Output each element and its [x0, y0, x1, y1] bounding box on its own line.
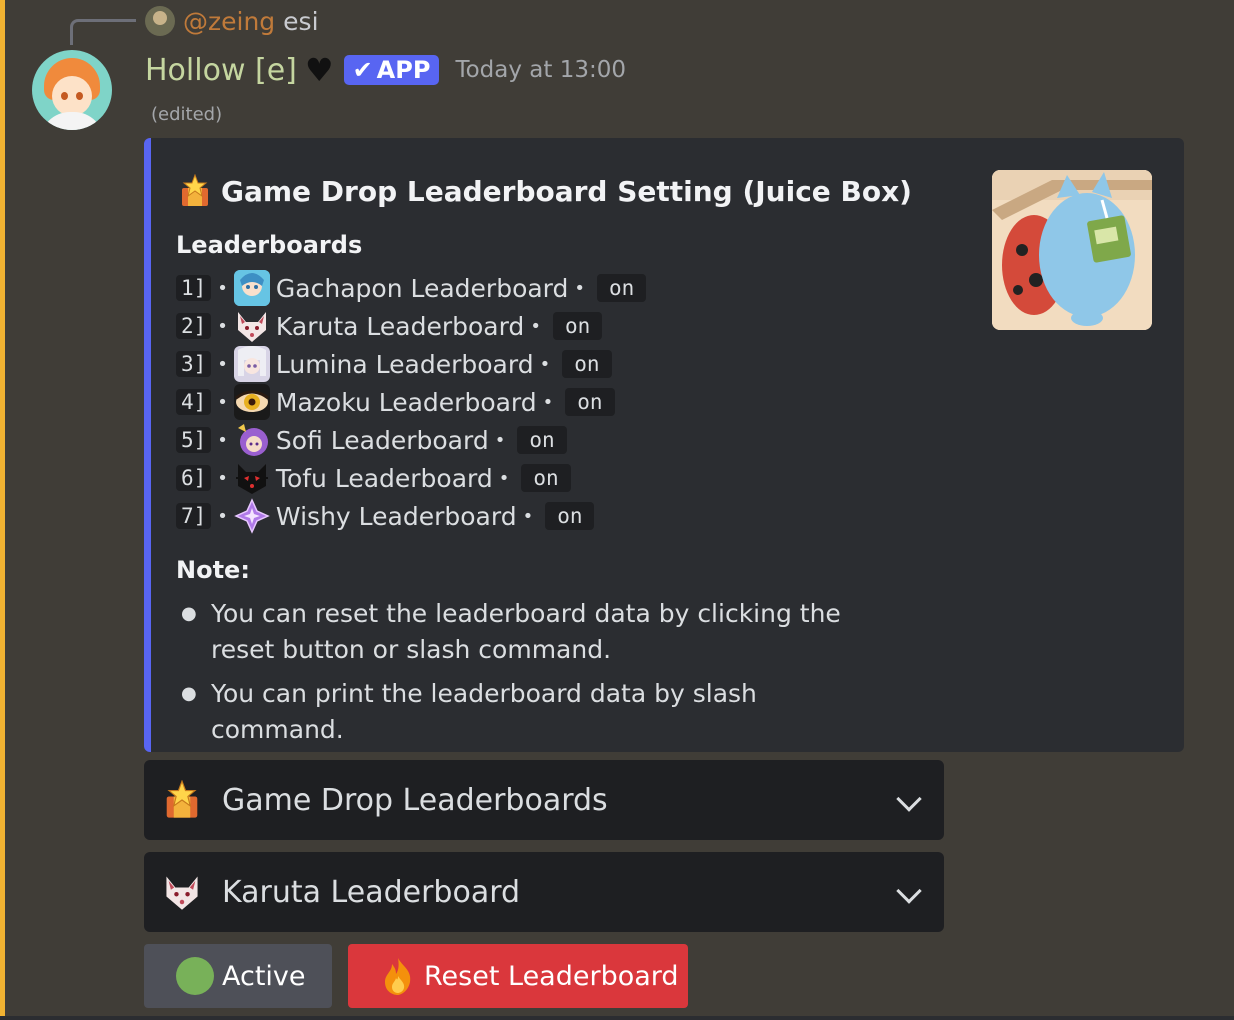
note-title: Note: — [176, 556, 250, 584]
list-item: 6] • Tofu Leaderboard • on — [176, 459, 646, 497]
embed-card: Game Drop Leaderboard Setting (Juice Box… — [144, 138, 1184, 752]
separator-dot: • — [494, 429, 506, 451]
note-list: ● You can reset the leaderboard data by … — [181, 596, 881, 756]
leaderboard-name: Tofu Leaderboard — [275, 463, 493, 493]
chevron-down-icon — [896, 786, 922, 812]
sofi-icon — [234, 422, 270, 458]
separator-dot: • — [530, 315, 541, 337]
leaderboard-status: on — [521, 464, 571, 492]
gachapon-icon — [233, 270, 270, 306]
separator-dot: • — [217, 353, 228, 375]
separator-dot: • — [217, 505, 228, 527]
message-timestamp[interactable]: Today at 13:00 — [455, 57, 626, 83]
list-item: ● You can print the leaderboard data by … — [181, 676, 881, 748]
active-button-label: Active — [222, 960, 306, 992]
leaderboard-name: Mazoku Leaderboard — [275, 387, 537, 417]
select-label: Game Drop Leaderboards — [222, 782, 608, 818]
separator-dot: • — [217, 429, 228, 451]
leaderboard-index: 6] — [176, 465, 212, 491]
chevron-down-icon — [896, 878, 922, 904]
separator-dot: • — [217, 315, 228, 337]
app-badge-label: APP — [376, 56, 431, 84]
karuta-icon — [166, 876, 198, 910]
active-button[interactable]: Active — [144, 944, 332, 1008]
star-box-icon — [166, 780, 198, 818]
leaderboard-status: on — [597, 274, 647, 302]
list-item: 3] • Lumina Leaderboard • on — [176, 345, 646, 383]
note-text: You can reset the leaderboard data by cl… — [211, 599, 841, 664]
separator-dot: • — [498, 467, 510, 489]
embed-title: Game Drop Leaderboard Setting (Juice Box… — [221, 174, 912, 208]
edited-indicator: (edited) — [151, 104, 223, 125]
fire-icon — [385, 958, 411, 995]
list-item: 1] • Gachapon Leaderboard • on — [176, 269, 647, 307]
leaderboard-name: Wishy Leaderboard — [275, 501, 517, 531]
bullet-icon: ● — [181, 683, 197, 704]
leaderboard-name: Sofi Leaderboard — [275, 425, 489, 455]
leaderboard-status: on — [562, 350, 612, 378]
select-label: Karuta Leaderboard — [222, 874, 521, 910]
reply-avatar[interactable] — [145, 6, 175, 36]
bot-avatar[interactable] — [32, 50, 112, 130]
star-box-icon — [182, 174, 208, 206]
leaderboard-index: 7] — [176, 503, 212, 529]
discord-message-view: @zeing esi Hollow [e] ♥ ✔ APP Today at 1… — [0, 0, 1234, 1020]
list-item: ● You can reset the leaderboard data by … — [181, 596, 881, 668]
list-item: 4] • Mazoku Leaderboard • on — [176, 383, 646, 421]
karuta-icon — [234, 308, 270, 344]
leaderboard-index: 3] — [176, 351, 212, 377]
list-item: 2] • Karuta Leaderboard • on — [176, 307, 646, 345]
leaderboard-name: Karuta Leaderboard — [275, 311, 525, 341]
reset-leaderboard-button[interactable]: Reset Leaderboard — [348, 944, 688, 1008]
bot-username[interactable]: Hollow [e] — [145, 53, 297, 88]
green-circle-icon — [176, 957, 214, 995]
reply-preview[interactable]: @zeing esi — [145, 5, 319, 37]
leaderboard-index: 2] — [176, 313, 212, 339]
reset-button-label: Reset Leaderboard — [424, 960, 679, 992]
separator-dot: • — [217, 277, 228, 299]
leaderboard-index: 1] — [176, 275, 212, 301]
list-item: 5] • Sofi Leaderboard • on — [176, 421, 646, 459]
black-heart-icon: ♥ — [304, 51, 334, 89]
leaderboard-status: on — [517, 426, 567, 454]
mention-highlight-stripe — [0, 0, 5, 1020]
lumina-icon — [233, 346, 270, 382]
separator-dot: • — [539, 353, 551, 375]
reply-text[interactable]: esi — [283, 7, 318, 36]
reply-spine — [70, 19, 136, 45]
list-item: 7] • Wishy Leaderboard • on — [176, 497, 646, 535]
separator-dot: • — [522, 505, 534, 527]
checkmark-icon: ✔ — [352, 56, 373, 84]
leaderboards-field-title: Leaderboards — [176, 231, 363, 259]
embed-title-row: Game Drop Leaderboard Setting (Juice Box… — [179, 174, 912, 208]
game-drop-leaderboards-select[interactable]: Game Drop Leaderboards — [144, 760, 944, 840]
karuta-leaderboard-select[interactable]: Karuta Leaderboard — [144, 852, 944, 932]
reply-mention[interactable]: @zeing — [183, 7, 275, 36]
embed-thumbnail[interactable] — [992, 170, 1152, 330]
mazoku-icon — [233, 384, 270, 420]
separator-dot: • — [574, 277, 586, 299]
leaderboard-list: 1] • Gachapon Leaderboard • on 2] • Karu… — [176, 269, 647, 535]
separator-dot: • — [217, 467, 228, 489]
bullet-icon: ● — [181, 603, 197, 624]
leaderboard-index: 4] — [176, 389, 212, 415]
leaderboard-index: 5] — [176, 427, 212, 453]
message-header: Hollow [e] ♥ ✔ APP Today at 13:00 — [145, 48, 626, 92]
leaderboard-name: Lumina Leaderboard — [275, 349, 534, 379]
app-badge: ✔ APP — [343, 55, 440, 85]
cat-with-juice-box-icon — [992, 170, 1152, 330]
divider — [0, 1016, 1234, 1020]
note-text: You can print the leaderboard data by sl… — [211, 679, 757, 744]
leaderboard-status: on — [552, 312, 603, 340]
tofu-icon — [234, 460, 270, 496]
leaderboard-status: on — [565, 388, 615, 416]
wishy-icon — [234, 498, 270, 534]
separator-dot: • — [542, 391, 554, 413]
leaderboard-name: Gachapon Leaderboard — [275, 273, 569, 303]
leaderboard-status: on — [545, 502, 595, 530]
separator-dot: • — [217, 391, 228, 413]
